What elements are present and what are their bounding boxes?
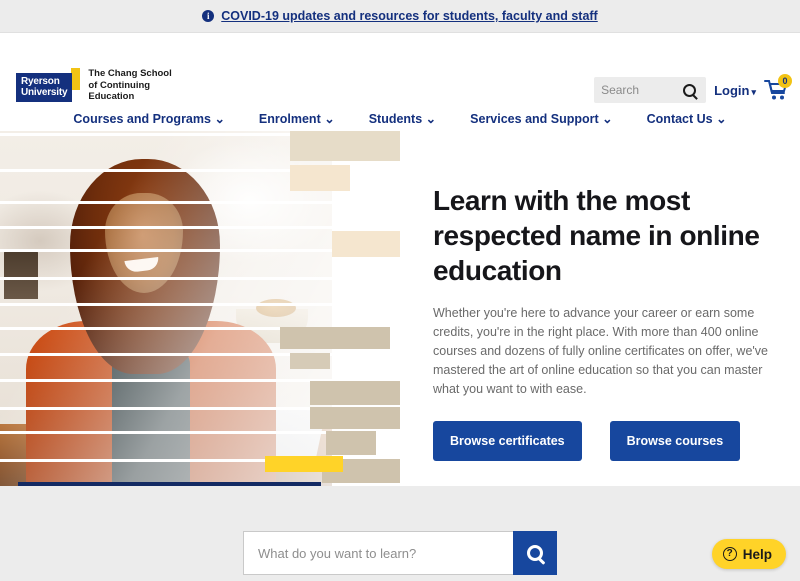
browse-certificates-button[interactable]: Browse certificates [433, 421, 582, 461]
question-mark-circle-icon: ? [722, 547, 737, 561]
hero-copy: Learn with the most respected name in on… [433, 183, 778, 461]
chevron-down-icon: ⌄ [425, 111, 437, 126]
chevron-down-icon: ⌄ [324, 111, 335, 126]
search-icon [527, 545, 543, 561]
header-search-box[interactable] [594, 77, 707, 103]
hero-section: This way forward Learn with the most res… [0, 131, 800, 486]
covid-updates-link[interactable]: i COVID-19 updates and resources for stu… [202, 9, 598, 23]
nav-label: Students [368, 111, 423, 126]
hero-photo-highlight [0, 131, 332, 486]
chevron-down-icon: ▾ [751, 86, 756, 97]
site-header: Ryerson University The Chang School of C… [0, 33, 800, 105]
course-search-section: Or try these popular keywords: project m… [0, 486, 800, 581]
brand-line-1: The Chang School [88, 68, 172, 79]
search-input[interactable] [601, 83, 680, 97]
nav-item-courses-and-programs[interactable]: Courses and Programs ⌄ [73, 111, 225, 126]
header-utilities: Login▾ 0 [594, 74, 792, 103]
cart-button[interactable]: 0 [764, 74, 792, 101]
main-navigation: Courses and Programs ⌄ Enrolment ⌄ Stude… [0, 105, 800, 131]
hero-photograph [0, 131, 332, 486]
nav-item-services-and-support[interactable]: Services and Support ⌄ [470, 111, 612, 126]
brand-lockup[interactable]: Ryerson University The Chang School of C… [16, 68, 172, 103]
hero-paragraph: Whether you're here to advance your care… [433, 306, 768, 396]
logo-text-box: Ryerson University [16, 73, 73, 102]
nav-label: Contact Us [646, 111, 713, 126]
hero-yellow-accent-block [265, 456, 343, 472]
info-icon: i [202, 10, 215, 22]
browse-courses-button[interactable]: Browse courses [609, 421, 741, 461]
nav-label: Courses and Programs [73, 111, 211, 126]
hero-cta-row: Browse certificates Browse courses [433, 421, 778, 461]
brand-line-2: of Continuing [88, 79, 151, 91]
chevron-down-icon: ⌄ [214, 111, 225, 126]
hero-title: Learn with the most respected name in on… [433, 185, 760, 286]
logo-line-2: University [21, 87, 68, 98]
ryerson-university-logo[interactable]: Ryerson University [16, 68, 81, 102]
login-label: Login [714, 82, 750, 98]
nav-item-contact-us[interactable]: Contact Us ⌄ [647, 111, 727, 126]
login-menu[interactable]: Login ▾ [714, 83, 756, 98]
chevron-down-icon: ⌄ [602, 111, 613, 126]
help-button-label: Help [742, 546, 772, 562]
course-search-submit-button[interactable] [513, 531, 557, 575]
chevron-down-icon: ⌄ [716, 111, 727, 126]
search-icon[interactable] [683, 83, 697, 97]
nav-label: Enrolment [258, 111, 321, 126]
brand-line-3: Education [88, 91, 135, 102]
help-button[interactable]: ? Help [711, 539, 786, 569]
nav-item-enrolment[interactable]: Enrolment ⌄ [259, 111, 335, 126]
hero-tagline-banner: This way forward [18, 482, 321, 486]
logo-yellow-accent [71, 68, 81, 90]
cart-count-badge: 0 [778, 74, 792, 88]
course-search-box [243, 531, 557, 575]
logo-line-1: Ryerson [21, 76, 60, 87]
course-search-input[interactable] [243, 531, 513, 575]
chang-school-wordmark: The Chang School of Continuing Education [88, 68, 171, 103]
covid-link-text: COVID-19 updates and resources for stude… [221, 9, 598, 23]
covid-announcement-bar: i COVID-19 updates and resources for stu… [0, 0, 800, 33]
nav-item-students[interactable]: Students ⌄ [369, 111, 436, 126]
nav-label: Services and Support [470, 111, 599, 126]
